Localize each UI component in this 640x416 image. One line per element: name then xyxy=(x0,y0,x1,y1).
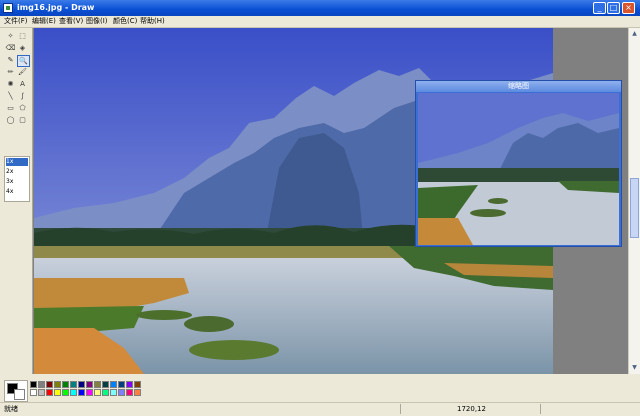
palette-swatch[interactable] xyxy=(62,381,69,388)
vertical-scrollbar[interactable]: ▲ ▼ xyxy=(628,28,640,374)
palette-swatch[interactable] xyxy=(38,381,45,388)
airbrush-icon[interactable]: ✺ xyxy=(5,79,16,89)
maximize-button[interactable]: □ xyxy=(607,2,620,14)
color-palette xyxy=(0,375,640,402)
polygon-icon[interactable]: ⬠ xyxy=(17,103,28,113)
pencil-icon[interactable]: ✏ xyxy=(5,67,16,77)
palette-swatch[interactable] xyxy=(102,381,109,388)
toolbox: ✧ ⬚ ⌫ ◈ ✎ 🔍 ✏ 🖌 ✺ A ╲ ∫ ▭ ⬠ ◯ ▢ 1x 2x 3x… xyxy=(0,28,33,374)
palette-swatch[interactable] xyxy=(54,389,61,396)
magnifier-icon[interactable]: 🔍 xyxy=(17,55,30,67)
text-icon[interactable]: A xyxy=(17,79,28,89)
palette-swatch[interactable] xyxy=(70,381,77,388)
zoom-option-1x[interactable]: 1x xyxy=(6,158,28,166)
palette-swatch[interactable] xyxy=(54,381,61,388)
palette-swatch[interactable] xyxy=(134,381,141,388)
eyedropper-icon[interactable]: ✎ xyxy=(5,55,16,65)
fill-icon[interactable]: ◈ xyxy=(17,43,28,53)
rectangle-icon[interactable]: ▭ xyxy=(5,103,16,113)
palette-swatch[interactable] xyxy=(94,381,101,388)
color-preview[interactable] xyxy=(4,380,28,402)
palette-swatch[interactable] xyxy=(110,389,117,396)
menu-help[interactable]: 帮助(H) xyxy=(140,16,165,27)
menu-view[interactable]: 查看(V) xyxy=(59,16,83,27)
palette-swatch[interactable] xyxy=(126,381,133,388)
paint-icon xyxy=(3,3,13,13)
palette-swatch[interactable] xyxy=(70,389,77,396)
menu-bar: 文件(F) 编辑(E) 查看(V) 图像(I) 颜色(C) 帮助(H) xyxy=(0,16,640,28)
menu-image[interactable]: 图像(I) xyxy=(86,16,108,27)
palette-swatch[interactable] xyxy=(38,389,45,396)
thumbnail-image xyxy=(418,93,619,245)
status-divider xyxy=(400,404,401,414)
palette-swatch[interactable] xyxy=(46,381,53,388)
palette-swatch[interactable] xyxy=(126,389,133,396)
status-divider xyxy=(540,404,541,414)
line-icon[interactable]: ╲ xyxy=(5,91,16,101)
zoom-option-2x[interactable]: 2x xyxy=(6,168,28,176)
palette-swatch[interactable] xyxy=(30,381,37,388)
scroll-thumb[interactable] xyxy=(630,178,639,238)
rect-select-icon[interactable]: ⬚ xyxy=(17,31,28,41)
zoom-option-3x[interactable]: 3x xyxy=(6,178,28,186)
rounded-rect-icon[interactable]: ▢ xyxy=(17,115,28,125)
palette-swatch[interactable] xyxy=(134,389,141,396)
menu-colors[interactable]: 颜色(C) xyxy=(113,16,137,27)
tool-options: 1x 2x 3x 4x xyxy=(4,156,30,202)
status-bar: 就绪 1720,12 xyxy=(0,402,640,416)
palette-swatch[interactable] xyxy=(86,381,93,388)
palette-swatch[interactable] xyxy=(78,389,85,396)
palette-swatch[interactable] xyxy=(102,389,109,396)
status-text: 就绪 xyxy=(4,405,18,413)
title-bar[interactable]: img16.jpg - Draw _ □ × xyxy=(0,0,640,16)
close-button[interactable]: × xyxy=(622,2,635,14)
palette-swatch[interactable] xyxy=(110,381,117,388)
scroll-down-button[interactable]: ▼ xyxy=(630,363,639,372)
window-title: img16.jpg - Draw xyxy=(17,3,95,12)
ellipse-icon[interactable]: ◯ xyxy=(5,115,16,125)
palette-swatch[interactable] xyxy=(86,389,93,396)
background-color[interactable] xyxy=(14,389,25,400)
palette-swatch[interactable] xyxy=(78,381,85,388)
palette-swatch[interactable] xyxy=(62,389,69,396)
thumbnail-picture xyxy=(418,93,619,245)
menu-edit[interactable]: 编辑(E) xyxy=(32,16,56,27)
brush-icon[interactable]: 🖌 xyxy=(17,67,28,77)
palette-swatch[interactable] xyxy=(118,389,125,396)
zoom-option-4x[interactable]: 4x xyxy=(6,188,28,196)
scroll-up-button[interactable]: ▲ xyxy=(630,29,639,38)
thumbnail-window[interactable]: 缩略图 xyxy=(415,80,622,247)
minimize-button[interactable]: _ xyxy=(593,2,606,14)
palette-swatch[interactable] xyxy=(30,389,37,396)
menu-file[interactable]: 文件(F) xyxy=(4,16,28,27)
eraser-icon[interactable]: ⌫ xyxy=(5,43,16,53)
free-select-icon[interactable]: ✧ xyxy=(5,31,16,41)
cursor-coordinates: 1720,12 xyxy=(457,405,486,413)
curve-icon[interactable]: ∫ xyxy=(17,91,28,101)
palette-swatch[interactable] xyxy=(46,389,53,396)
thumbnail-title[interactable]: 缩略图 xyxy=(416,81,621,92)
palette-swatch[interactable] xyxy=(118,381,125,388)
palette-swatch[interactable] xyxy=(94,389,101,396)
